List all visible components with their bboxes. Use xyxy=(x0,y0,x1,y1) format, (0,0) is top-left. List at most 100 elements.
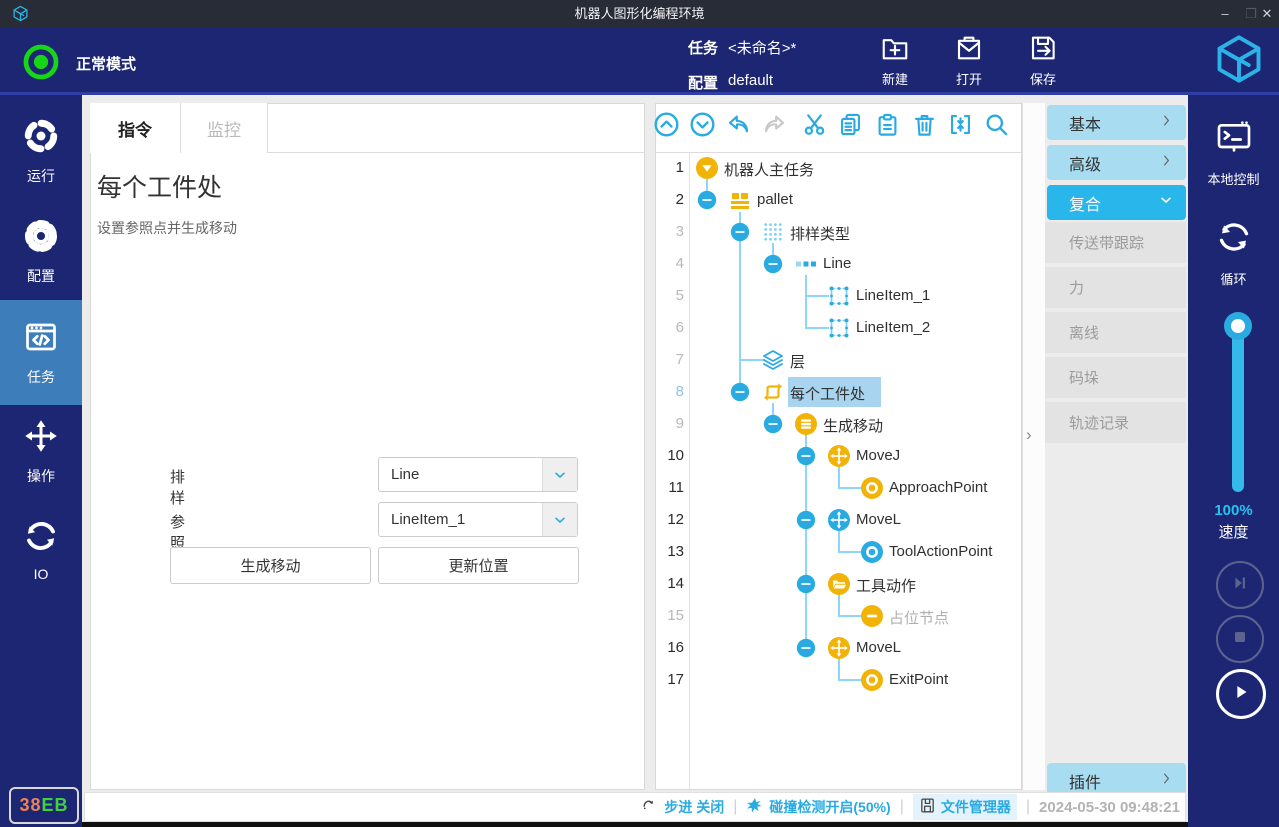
sidebar-item-label: 任务 xyxy=(27,367,55,387)
tree-node-label: ApproachPoint xyxy=(889,479,987,496)
rightnav-item-cycle[interactable]: 循环 xyxy=(1188,212,1279,292)
palette-item[interactable]: 传送带跟踪 xyxy=(1045,222,1186,263)
chevron-down-icon[interactable] xyxy=(542,503,577,536)
sidebar-item-io[interactable]: IO xyxy=(0,512,82,587)
chevron-right-icon xyxy=(1159,771,1174,791)
tree-row[interactable] xyxy=(690,664,1021,696)
rightnav-item-local-control[interactable]: 本地控制 xyxy=(1188,112,1279,192)
search-button[interactable] xyxy=(982,113,1010,141)
palette-item[interactable]: 码垛 xyxy=(1045,357,1186,398)
category-label: 复合 xyxy=(1069,191,1101,215)
delete-button[interactable] xyxy=(910,113,938,141)
collapse-node-button[interactable] xyxy=(730,382,750,402)
sidebar-item-task[interactable]: 任务 xyxy=(0,300,82,405)
tab-command[interactable]: 指令 xyxy=(90,103,181,153)
move-up-button[interactable] xyxy=(652,113,680,141)
fold-button[interactable] xyxy=(946,113,974,141)
status-separator: | xyxy=(733,798,737,816)
category-basic[interactable]: 基本 xyxy=(1047,105,1186,140)
window-title: 机器人图形化编程环境 xyxy=(0,0,1279,27)
select-pattern[interactable]: Line xyxy=(378,457,578,492)
dashsq-node-icon xyxy=(827,284,851,308)
slider-thumb[interactable] xyxy=(1224,312,1252,340)
tree-node-label: 占位节点 xyxy=(889,607,949,628)
status-separator: | xyxy=(900,798,904,816)
undo-button[interactable] xyxy=(724,113,752,141)
line-number: 16 xyxy=(654,639,684,656)
collapse-node-button[interactable] xyxy=(730,222,750,242)
play-button[interactable] xyxy=(1216,669,1266,719)
sidebar-item-config[interactable]: 配置 xyxy=(0,212,82,292)
skip-icon xyxy=(1229,572,1251,599)
collapse-node-button[interactable] xyxy=(763,414,783,434)
status-file-manager[interactable]: 文件管理器 xyxy=(913,794,1017,820)
fold-icon xyxy=(947,111,974,143)
category-label: 高级 xyxy=(1069,151,1101,175)
paste-icon xyxy=(874,111,901,143)
paste-button[interactable] xyxy=(873,113,901,141)
line-number: 12 xyxy=(654,511,684,528)
tree-row[interactable] xyxy=(690,600,1021,632)
generate-move-button[interactable]: 生成移动 xyxy=(170,547,371,584)
redo-button[interactable] xyxy=(760,113,788,141)
tree-node-label: pallet xyxy=(757,191,793,208)
category-composite[interactable]: 复合 xyxy=(1047,185,1186,220)
tree-node-label: 排样类型 xyxy=(790,223,850,244)
palette-item[interactable]: 力 xyxy=(1045,267,1186,308)
open-button[interactable]: 打开 xyxy=(954,32,984,88)
line-number: 8 xyxy=(654,383,684,400)
copy-button[interactable] xyxy=(836,113,864,141)
sidebar-item-label: IO xyxy=(34,566,49,582)
chevron-down-icon[interactable] xyxy=(542,458,577,491)
main-panel xyxy=(90,103,645,790)
collapse-node-button[interactable] xyxy=(697,190,717,210)
collapse-node-button[interactable] xyxy=(796,446,816,466)
tree-node-label: MoveL xyxy=(856,511,901,528)
new-button[interactable]: 新建 xyxy=(880,32,910,88)
status-text: 文件管理器 xyxy=(941,797,1011,817)
header-bar xyxy=(0,27,1279,95)
move-node-icon xyxy=(827,636,851,660)
palette-item[interactable]: 轨迹记录 xyxy=(1045,402,1186,443)
cycle-icon xyxy=(1214,217,1254,260)
category-advanced[interactable]: 高级 xyxy=(1047,145,1186,180)
stop-button[interactable] xyxy=(1216,615,1264,663)
new-button-label: 新建 xyxy=(882,69,908,88)
chevron-right-icon xyxy=(1159,153,1174,173)
tab-monitor[interactable]: 监控 xyxy=(181,103,268,153)
sidebar-item-label: 操作 xyxy=(27,466,55,486)
collapse-node-button[interactable] xyxy=(796,574,816,594)
cut-button[interactable] xyxy=(800,113,828,141)
brand-logo-icon xyxy=(1213,33,1265,90)
stop-icon xyxy=(1230,627,1250,652)
close-button[interactable]: ✕ xyxy=(1254,0,1279,27)
sidebar-item-run[interactable]: 运行 xyxy=(0,112,82,192)
update-position-button[interactable]: 更新位置 xyxy=(378,547,579,584)
status-collision[interactable]: 碰撞检测开启(50%) xyxy=(746,797,890,818)
palette-item[interactable]: 离线 xyxy=(1045,312,1186,353)
collapse-node-button[interactable] xyxy=(796,638,816,658)
sidebar-item-operate[interactable]: 操作 xyxy=(0,412,82,492)
tree-row[interactable] xyxy=(690,344,1021,376)
config-value: default xyxy=(728,72,773,89)
mode-indicator-icon[interactable] xyxy=(22,43,60,86)
minimize-button[interactable]: – xyxy=(1212,0,1238,27)
status-timestamp: 2024-05-30 09:48:21 xyxy=(1039,799,1180,816)
select-reference-point[interactable]: LineItem_1 xyxy=(378,502,578,537)
category-label: 基本 xyxy=(1069,111,1101,135)
move-down-button[interactable] xyxy=(688,113,716,141)
speed-label: 速度 xyxy=(1188,521,1279,542)
line-number: 4 xyxy=(654,255,684,272)
collapse-node-button[interactable] xyxy=(796,510,816,530)
tree-row[interactable] xyxy=(690,248,1021,280)
panel-collapse-handle[interactable] xyxy=(1022,103,1045,790)
collapse-node-button[interactable] xyxy=(763,254,783,274)
tree-node-label: MoveJ xyxy=(856,447,900,464)
chevron-right-icon[interactable]: › xyxy=(1026,425,1032,445)
save-button[interactable]: 保存 xyxy=(1028,32,1058,88)
status-step[interactable]: 步进 关闭 xyxy=(642,797,724,817)
point-node-icon xyxy=(860,540,884,564)
skip-button[interactable] xyxy=(1216,561,1264,609)
open-button-label: 打开 xyxy=(956,69,982,88)
new-file-icon xyxy=(880,32,910,65)
